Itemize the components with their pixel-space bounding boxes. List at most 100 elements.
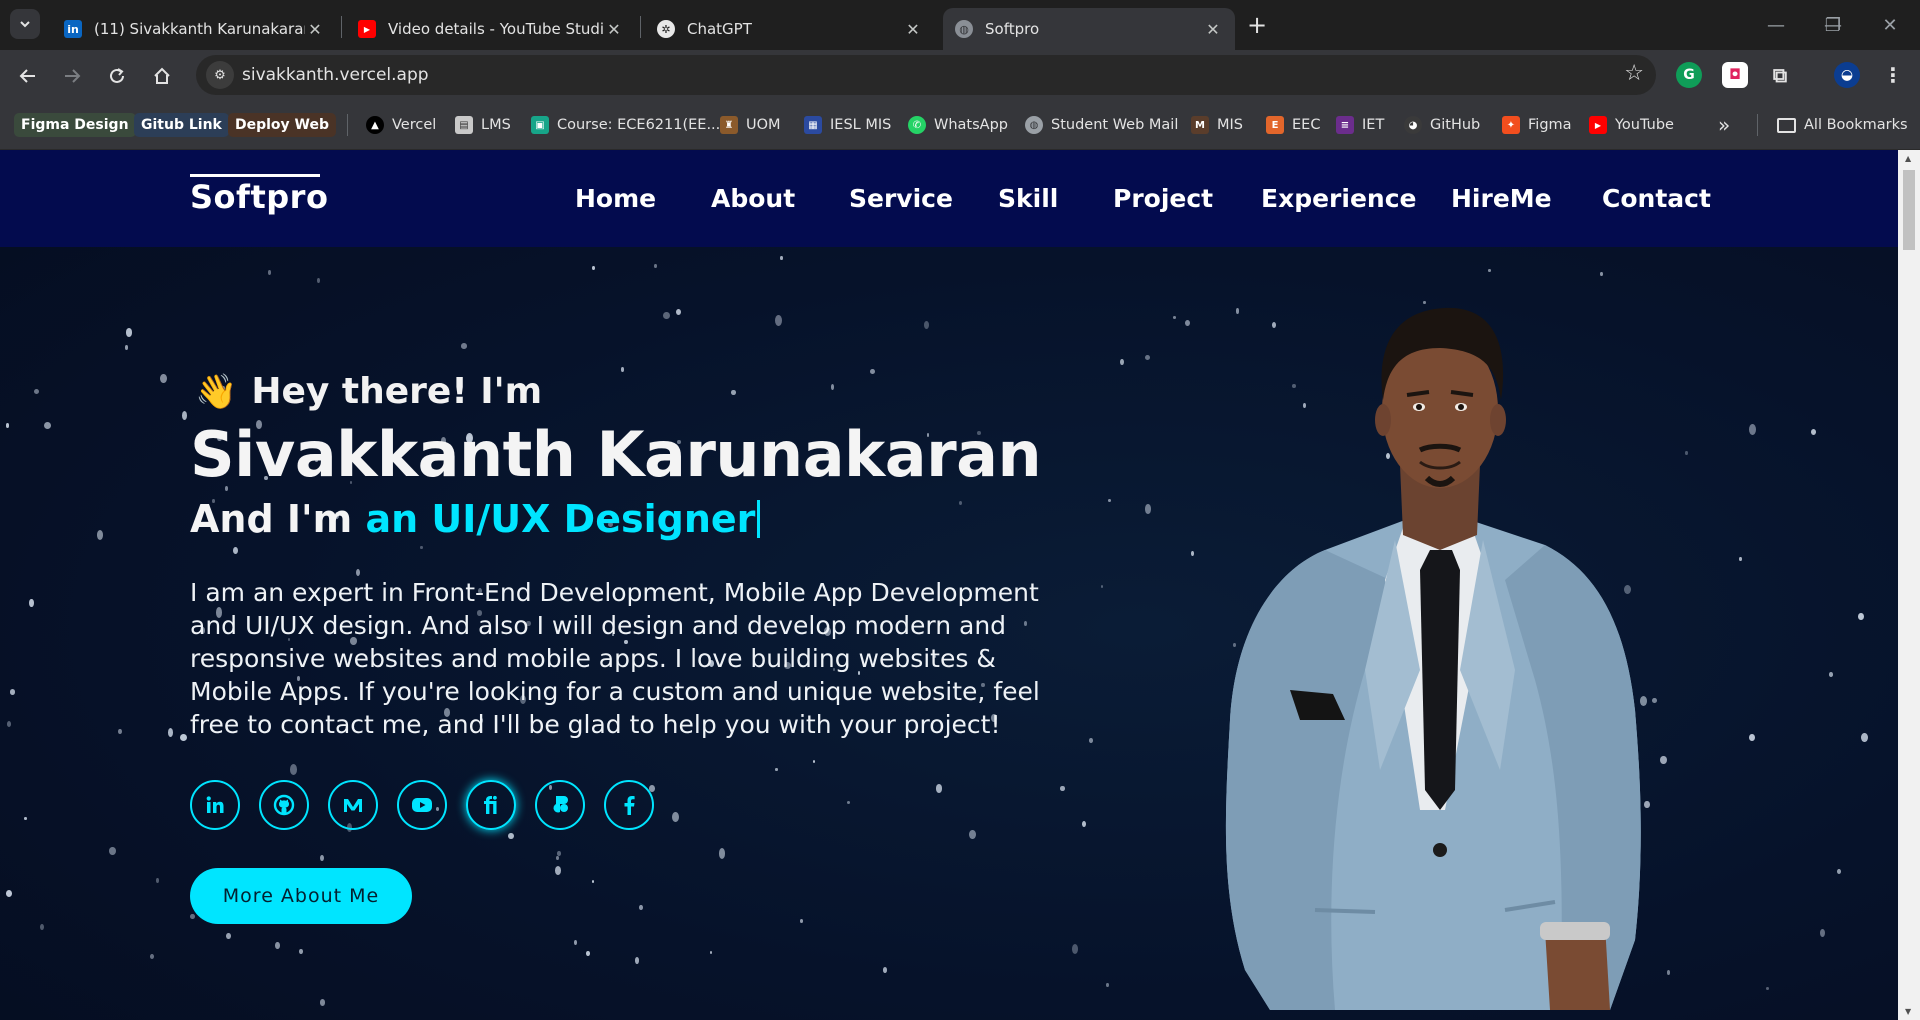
close-icon[interactable]: ✕ [305, 19, 325, 39]
star-particle [639, 905, 643, 911]
medium-icon[interactable] [328, 780, 378, 830]
bookmark-chip-figma-design[interactable]: Figma Design [14, 113, 136, 137]
nav-service[interactable]: Service [849, 184, 953, 213]
tab-youtube-studio[interactable]: ▶ Video details - YouTube Studio ✕ [346, 8, 636, 50]
youtube-icon[interactable] [397, 780, 447, 830]
nav-contact[interactable]: Contact [1602, 184, 1711, 213]
close-icon[interactable]: ✕ [604, 19, 624, 39]
scroll-up-arrow-icon[interactable]: ▲ [1905, 154, 1911, 163]
extensions-puzzle-icon[interactable]: ⧉ [1767, 62, 1793, 88]
bookmark-lms[interactable]: ▤ LMS [455, 114, 511, 136]
bookmark-figma[interactable]: ✦ Figma [1502, 114, 1572, 136]
address-bar[interactable]: ⚙ sivakkanth.vercel.app ☆ [196, 55, 1656, 95]
star-particle [420, 546, 423, 550]
scroll-thumb[interactable] [1903, 170, 1915, 250]
tab-title: ChatGPT [687, 20, 752, 38]
star-particle [800, 919, 804, 923]
nav-home[interactable]: Home [575, 184, 656, 213]
role-prefix: And I'm [190, 497, 353, 541]
close-icon[interactable]: ✕ [903, 19, 923, 39]
facebook-icon[interactable] [604, 780, 654, 830]
tab-linkedin[interactable]: in (11) Sivakkanth Karunakaran | LinkedI… [52, 8, 337, 50]
close-window-button[interactable]: ✕ [1870, 10, 1910, 40]
nav-about[interactable]: About [711, 184, 795, 213]
nav-project[interactable]: Project [1113, 184, 1213, 213]
bookmarks-overflow-button[interactable]: » [1718, 113, 1730, 137]
bookmark-chip-deploy-web[interactable]: Deploy Web [228, 113, 337, 137]
star-particle [6, 890, 13, 898]
reload-button[interactable] [101, 60, 133, 92]
close-icon[interactable]: ✕ [1203, 19, 1223, 39]
more-about-me-button[interactable]: More About Me [190, 868, 412, 924]
bookmark-uom[interactable]: ♜ UOM [720, 114, 781, 136]
bookmark-star-icon[interactable]: ☆ [1624, 61, 1644, 86]
bookmark-label: Figma [1528, 117, 1572, 133]
bookmark-iet[interactable]: ≡ IET [1336, 114, 1384, 136]
star-particle [676, 309, 682, 316]
pocket-icon[interactable]: ◘ [1722, 62, 1748, 88]
star-particle [125, 345, 129, 350]
star-particle [168, 728, 174, 738]
tab-softpro[interactable]: ◍ Softpro ✕ [943, 8, 1235, 50]
bookmark-mis[interactable]: M MIS [1191, 114, 1243, 136]
star-particle [621, 367, 625, 372]
figma-icon[interactable] [535, 780, 585, 830]
github-icon[interactable] [259, 780, 309, 830]
home-button[interactable] [146, 60, 178, 92]
fiverr-icon[interactable] [466, 780, 516, 830]
star-particle [160, 374, 167, 384]
hero-greeting: 👋 Hey there! I'm [195, 371, 542, 412]
bookmark-iesl-mis[interactable]: ▦ IESL MIS [804, 114, 891, 136]
nav-skill[interactable]: Skill [998, 184, 1058, 213]
hero-name: Sivakkanth Karunakaran [190, 418, 1042, 491]
maximize-window-button[interactable]: ❐ [1813, 10, 1853, 40]
bookmark-github[interactable]: ◕ GitHub [1404, 114, 1480, 136]
bookmark-chip-github-link[interactable]: Gitub Link [134, 113, 229, 137]
bookmark-label: LMS [481, 117, 511, 133]
grammarly-icon[interactable]: G [1676, 62, 1702, 88]
hero-role: And I'm an UI/UX Designer [190, 497, 761, 541]
all-bookmarks-button[interactable]: All Bookmarks [1777, 114, 1908, 136]
tab-title: (11) Sivakkanth Karunakaran | LinkedIn [94, 20, 305, 38]
tab-search-button[interactable] [10, 9, 40, 39]
bookmark-student-web-mail[interactable]: ◍ Student Web Mail [1025, 114, 1178, 136]
star-particle [1060, 786, 1065, 791]
bookmark-label: YouTube [1615, 117, 1674, 133]
page-scrollbar[interactable]: ▲ ▼ [1898, 150, 1920, 1020]
globe-icon: ◍ [955, 20, 973, 38]
tab-chatgpt[interactable]: ✲ ChatGPT ✕ [645, 8, 935, 50]
star-particle [40, 924, 44, 930]
nav-experience[interactable]: Experience [1261, 184, 1416, 213]
uom-crest-icon: ♜ [720, 116, 738, 134]
site-navbar: Softpro Home About Service Skill Project… [0, 150, 1898, 247]
bookmark-eec[interactable]: E EEC [1266, 114, 1320, 136]
new-tab-button[interactable]: + [1243, 12, 1271, 40]
url-text[interactable]: sivakkanth.vercel.app [242, 65, 429, 85]
star-particle [780, 256, 783, 260]
bookmark-whatsapp[interactable]: ✆ WhatsApp [908, 114, 1008, 136]
star-particle [1082, 821, 1086, 827]
back-button[interactable] [12, 60, 44, 92]
star-particle [719, 848, 726, 859]
star-particle [1829, 672, 1834, 677]
bookmark-vercel[interactable]: ▲ Vercel [366, 114, 436, 136]
star-particle [663, 312, 670, 320]
tab-divider [341, 16, 342, 38]
scroll-down-arrow-icon[interactable]: ▼ [1905, 1007, 1911, 1016]
profile-avatar[interactable]: ◒ [1834, 62, 1860, 88]
linkedin-icon[interactable] [190, 780, 240, 830]
star-particle [1120, 359, 1124, 366]
bookmark-youtube[interactable]: ▶ YouTube [1589, 114, 1674, 136]
site-logo[interactable]: Softpro [190, 178, 328, 216]
star-particle [1685, 451, 1688, 456]
star-particle [775, 315, 782, 327]
menu-kebab-icon[interactable]: ⋮ [1880, 62, 1906, 88]
site-settings-icon[interactable]: ⚙ [206, 61, 234, 89]
star-particle [847, 801, 851, 805]
bookmark-course[interactable]: ▣ Course: ECE6211(EE... [531, 114, 720, 136]
forward-button[interactable] [56, 60, 88, 92]
iesl-icon: ▦ [804, 116, 822, 134]
star-particle [190, 914, 195, 920]
minimize-window-button[interactable]: — [1756, 10, 1796, 40]
nav-hireme[interactable]: HireMe [1451, 184, 1552, 213]
